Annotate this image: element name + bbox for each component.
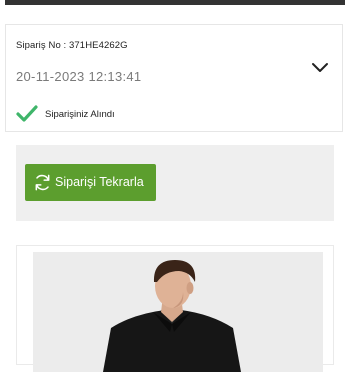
top-divider [5,0,345,5]
checkmark-icon [16,105,38,122]
chevron-down-icon[interactable] [310,61,330,75]
order-status-text: Siparişiniz Alındı [45,109,115,120]
order-number: Sipariş No : 371HE4262G [16,40,128,51]
order-summary-card[interactable]: Sipariş No : 371HE4262G 20-11-2023 12:13… [5,24,343,132]
product-image[interactable] [33,252,323,372]
reorder-button[interactable]: Siparişi Tekrarla [25,164,156,201]
reorder-button-label: Siparişi Tekrarla [55,175,144,189]
refresh-icon [35,174,50,191]
product-card[interactable] [16,245,334,372]
order-datetime: 20-11-2023 12:13:41 [16,69,142,84]
product-photo [33,252,323,372]
reorder-panel: Siparişi Tekrarla [16,145,334,221]
